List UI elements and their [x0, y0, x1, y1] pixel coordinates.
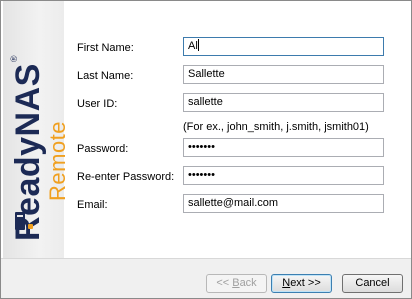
back-rest: ack: [239, 277, 257, 289]
cancel-button[interactable]: Cancel: [342, 274, 403, 293]
brand-subtitle: Remote: [45, 120, 70, 201]
next-accel: N: [282, 277, 291, 289]
email-label: Email:: [77, 199, 108, 211]
password-field[interactable]: •••••••: [183, 138, 384, 157]
email-value: sallette@mail.com: [188, 197, 279, 209]
last-name-value: Sallette: [188, 68, 225, 80]
first-name-field[interactable]: Al: [183, 37, 384, 56]
reenter-password-field[interactable]: •••••••: [183, 166, 384, 185]
user-id-label: User ID:: [77, 98, 118, 110]
last-name-field[interactable]: Sallette: [183, 65, 384, 84]
wizard-window: ReadyNAS ® Remote First Name: Al Last Nam…: [1, 1, 411, 298]
next-rest: ext >>: [290, 277, 321, 289]
user-id-field[interactable]: sallette: [183, 93, 384, 112]
text-caret: [197, 39, 199, 51]
reenter-password-label: Re-enter Password:: [77, 171, 175, 183]
email-field[interactable]: sallette@mail.com: [183, 194, 384, 213]
brand-sidebar: ReadyNAS ® Remote: [3, 1, 70, 258]
back-accel: B: [232, 277, 240, 289]
password-mask: •••••••: [188, 141, 215, 153]
first-name-label: First Name:: [77, 42, 134, 54]
registered-mark: ®: [9, 55, 19, 63]
back-prefix: <<: [216, 277, 233, 289]
user-id-value: sallette: [188, 96, 223, 108]
back-button[interactable]: << Back: [206, 274, 267, 293]
next-button[interactable]: Next >>: [271, 274, 332, 293]
user-id-hint: (For ex., john_smith, j.smith, jsmith01): [183, 121, 369, 133]
reenter-password-mask: •••••••: [188, 169, 215, 181]
last-name-label: Last Name:: [77, 70, 134, 82]
nas-device-icon: [15, 212, 25, 230]
logo-accent-icon: [28, 224, 33, 229]
button-bar: << Back Next >> Cancel: [1, 259, 411, 298]
password-label: Password:: [77, 143, 129, 155]
first-name-value: Al: [188, 40, 198, 52]
